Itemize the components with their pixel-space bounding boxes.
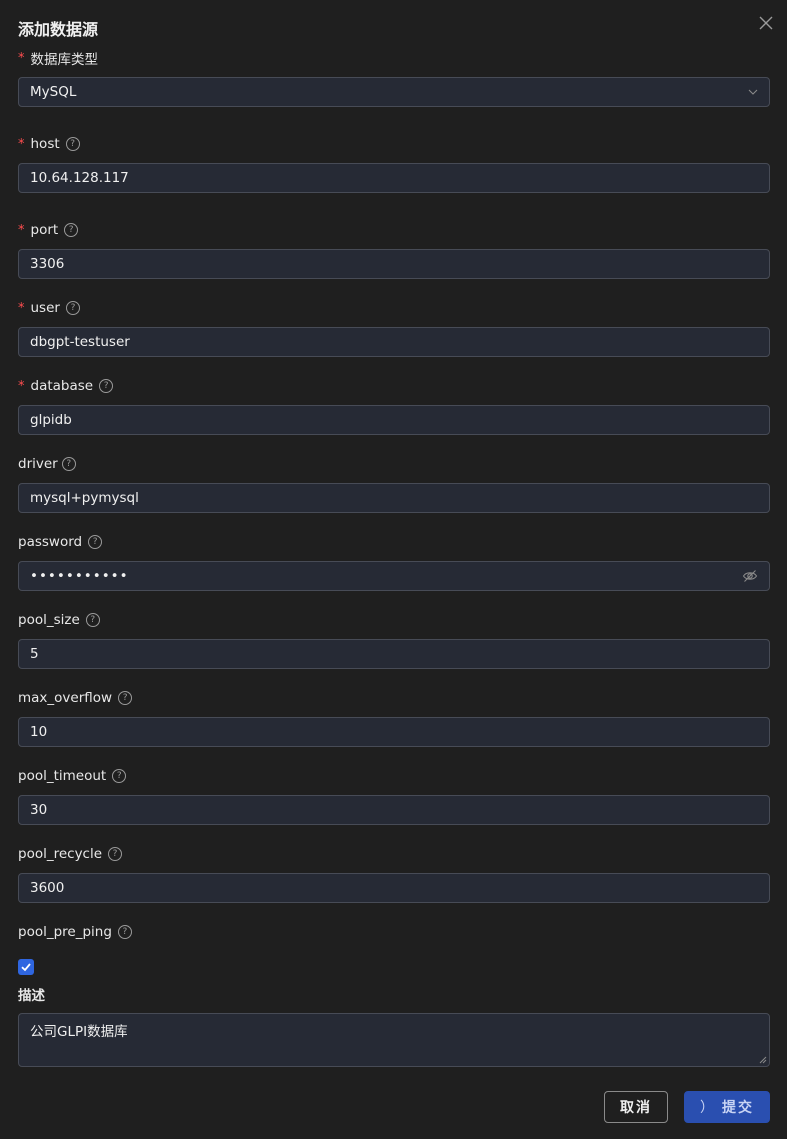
pool-pre-ping-label-text: pool_pre_ping [18,924,112,940]
password-label-text: password [18,534,83,550]
max-overflow-value: 10 [30,724,48,740]
loading-icon: ） [700,1100,716,1116]
host-input[interactable]: 10.64.128.117 [18,163,770,193]
max-overflow-input[interactable]: 10 [18,717,770,747]
database-label: * database ? [18,376,114,396]
help-icon[interactable]: ? [108,847,123,861]
password-value: ••••••••••• [30,568,129,584]
user-label: * user ? [18,298,80,318]
db-type-value: MySQL [30,84,77,100]
pool-size-input[interactable]: 5 [18,639,770,669]
help-icon[interactable]: ? [64,223,79,237]
db-type-select[interactable]: MySQL [18,77,770,107]
db-type-label-text: 数据库类型 [30,52,99,68]
host-value: 10.64.128.117 [30,170,129,186]
description-value: 公司GLPI数据库 [30,1024,128,1040]
pool-size-label-text: pool_size [18,612,80,628]
driver-value: mysql+pymysql [30,490,139,506]
user-label-text: user [30,300,60,316]
description-textarea[interactable]: 公司GLPI数据库 [18,1013,770,1067]
close-icon[interactable] [757,14,775,32]
pool-recycle-label: pool_recycle ? [18,844,123,864]
user-input[interactable]: dbgpt-testuser [18,327,770,357]
cancel-button[interactable]: 取消 [604,1091,668,1123]
help-icon[interactable]: ? [65,301,80,315]
pool-recycle-value: 3600 [30,880,65,896]
help-icon[interactable]: ? [88,535,103,549]
database-label-text: database [30,378,94,394]
pool-timeout-label-text: pool_timeout [18,768,107,784]
required-mark: * [18,378,25,394]
db-type-label: * 数据库类型 [18,48,99,69]
password-label: password ? [18,532,103,552]
required-mark: * [18,136,25,152]
help-icon[interactable]: ? [65,137,80,151]
dialog-title: 添加数据源 [18,20,99,39]
check-icon [21,963,31,972]
pool-timeout-input[interactable]: 30 [18,795,770,825]
max-overflow-label-text: max_overflow [18,690,113,706]
port-label-text: port [30,222,59,238]
database-input[interactable]: glpidb [18,405,770,435]
resize-handle-icon[interactable] [759,1056,767,1064]
pool-size-value: 5 [30,646,39,662]
chevron-down-icon [748,89,758,95]
eye-invisible-icon[interactable] [742,568,758,584]
submit-label: 提交 [722,1100,754,1116]
pool-recycle-input[interactable]: 3600 [18,873,770,903]
pool-size-label: pool_size ? [18,610,100,630]
pool-pre-ping-label: pool_pre_ping ? [18,922,132,942]
description-label-text: 描述 [18,988,45,1004]
pool-pre-ping-checkbox[interactable] [18,959,34,975]
port-input[interactable]: 3306 [18,249,770,279]
submit-button[interactable]: ） 提交 [684,1091,770,1123]
port-value: 3306 [30,256,65,272]
cancel-label: 取消 [620,1100,652,1116]
host-label-text: host [30,136,60,152]
driver-input[interactable]: mysql+pymysql [18,483,770,513]
driver-label-text: driver [18,456,58,472]
description-label: 描述 [18,984,45,1004]
help-icon[interactable]: ? [99,379,114,393]
help-icon[interactable]: ? [112,769,127,783]
host-label: * host ? [18,134,80,154]
help-icon[interactable]: ? [61,457,76,471]
pool-recycle-label-text: pool_recycle [18,846,103,862]
password-input[interactable]: ••••••••••• [18,561,770,591]
port-label: * port ? [18,220,79,240]
required-mark: * [18,222,25,238]
help-icon[interactable]: ? [85,613,100,627]
help-icon[interactable]: ? [118,691,133,705]
required-mark: * [18,50,25,66]
max-overflow-label: max_overflow ? [18,688,133,708]
pool-timeout-label: pool_timeout ? [18,766,127,786]
required-mark: * [18,300,25,316]
user-value: dbgpt-testuser [30,334,130,350]
pool-timeout-value: 30 [30,802,48,818]
help-icon[interactable]: ? [117,925,132,939]
database-value: glpidb [30,412,72,428]
driver-label: driver ? [18,454,76,474]
